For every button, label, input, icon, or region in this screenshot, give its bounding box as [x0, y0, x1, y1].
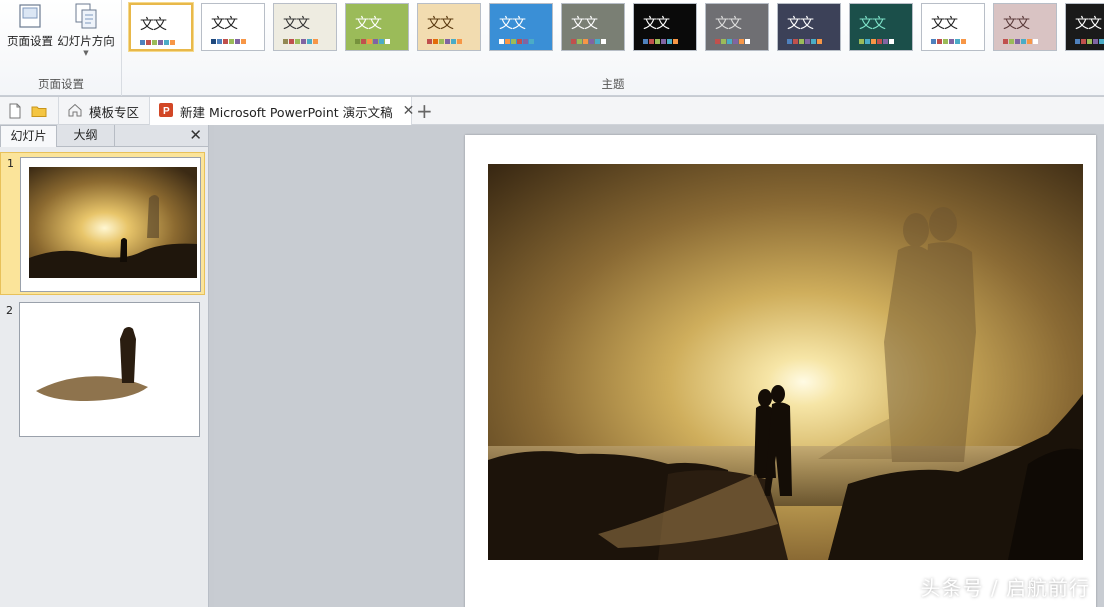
tab-outline[interactable]: 大纲: [57, 125, 115, 147]
theme-sample-text: 文文: [140, 17, 167, 33]
theme-thumbnail-11[interactable]: 文文: [849, 3, 913, 51]
theme-thumbnail-4[interactable]: 文文: [345, 3, 409, 51]
slide-editing-area: [214, 125, 1104, 607]
theme-thumbnail-10[interactable]: 文文: [777, 3, 841, 51]
theme-sample-text: 文文: [787, 16, 814, 32]
theme-thumbnail-2[interactable]: 文文: [201, 3, 265, 51]
theme-thumbnail-12[interactable]: 文文: [921, 3, 985, 51]
open-folder-icon[interactable]: [30, 102, 48, 120]
slide-orientation-icon: [72, 2, 100, 30]
theme-color-swatches: [283, 39, 318, 44]
theme-sample-text: 文文: [571, 16, 598, 32]
theme-thumbnail-6[interactable]: 文文: [489, 3, 553, 51]
tab-slides[interactable]: 幻灯片: [0, 125, 57, 147]
tab-template-zone[interactable]: 模板专区: [58, 97, 150, 125]
panel-tabs: 幻灯片 大纲 ✕: [0, 125, 208, 147]
current-slide[interactable]: [465, 135, 1096, 607]
ribbon: 页面设置 幻灯片方向 ▼ 页面设置 文文 文文 文文 文文 文文 文文 文文 文文 文文 文文 文文…: [0, 0, 1104, 96]
theme-thumbnail-13[interactable]: 文文: [993, 3, 1057, 51]
theme-sample-text: 文文: [427, 16, 454, 32]
watermark: 头条号 / 启航前行: [920, 576, 1090, 600]
tab-document[interactable]: P 新建 Microsoft PowerPoint 演示文稿 ✕: [150, 97, 415, 125]
theme-color-swatches: [140, 40, 175, 45]
slide-1-preview: [20, 157, 201, 292]
svg-text:P: P: [163, 106, 170, 117]
theme-color-swatches: [571, 39, 606, 44]
theme-sample-text: 文文: [283, 16, 310, 32]
slide-2-preview: [19, 302, 200, 437]
theme-thumbnail-14[interactable]: 文文: [1065, 3, 1104, 51]
theme-color-swatches: [787, 39, 822, 44]
page-setup-button[interactable]: 页面设置: [0, 0, 60, 72]
theme-color-swatches: [211, 39, 246, 44]
close-tab-icon[interactable]: ✕: [403, 103, 415, 119]
dropdown-arrow-icon[interactable]: ▼: [56, 49, 116, 57]
theme-color-swatches: [355, 39, 390, 44]
powerpoint-icon: P: [158, 102, 174, 121]
new-file-icon[interactable]: [6, 102, 24, 120]
add-tab-icon[interactable]: +: [416, 99, 433, 123]
theme-thumbnail-9[interactable]: 文文: [705, 3, 769, 51]
theme-color-swatches: [715, 39, 750, 44]
slide-thumbnail-2[interactable]: 2: [0, 300, 205, 443]
close-panel-icon[interactable]: ✕: [189, 126, 202, 144]
theme-color-swatches: [1075, 39, 1104, 44]
theme-gallery: 文文 文文 文文 文文 文文 文文 文文 文文 文文 文文 文文 文文 文文 文文: [129, 3, 1104, 51]
theme-color-swatches: [643, 39, 678, 44]
slide-image[interactable]: [488, 164, 1083, 560]
home-icon: [67, 102, 83, 121]
themes-group: 文文 文文 文文 文文 文文 文文 文文 文文 文文 文文 文文 文文 文文 文文 主题: [122, 0, 1104, 96]
slide-panel: 幻灯片 大纲 ✕ 1 2: [0, 125, 209, 607]
themes-group-label: 主题: [601, 77, 625, 91]
theme-thumbnail-8[interactable]: 文文: [633, 3, 697, 51]
theme-sample-text: 文文: [715, 16, 742, 32]
theme-color-swatches: [859, 39, 894, 44]
theme-color-swatches: [931, 39, 966, 44]
theme-sample-text: 文文: [643, 16, 670, 32]
theme-sample-text: 文文: [931, 16, 958, 32]
theme-sample-text: 文文: [1075, 16, 1102, 32]
page-setup-group: 页面设置 幻灯片方向 ▼ 页面设置: [0, 0, 122, 96]
theme-sample-text: 文文: [355, 16, 382, 32]
theme-thumbnail-5[interactable]: 文文: [417, 3, 481, 51]
theme-thumbnail-7[interactable]: 文文: [561, 3, 625, 51]
theme-sample-text: 文文: [1003, 16, 1030, 32]
theme-thumbnail-1[interactable]: 文文: [129, 3, 193, 51]
theme-color-swatches: [499, 39, 534, 44]
theme-sample-text: 文文: [211, 16, 238, 32]
page-setup-icon: [16, 2, 44, 30]
theme-color-swatches: [1003, 39, 1038, 44]
theme-sample-text: 文文: [499, 16, 526, 32]
theme-color-swatches: [427, 39, 462, 44]
slide-thumbnail-1[interactable]: 1: [0, 152, 205, 295]
theme-thumbnail-3[interactable]: 文文: [273, 3, 337, 51]
theme-sample-text: 文文: [859, 16, 886, 32]
slide-orientation-button[interactable]: 幻灯片方向 ▼: [56, 0, 116, 72]
slide-number: 2: [6, 304, 13, 317]
slide-number: 1: [7, 157, 14, 170]
page-setup-group-label: 页面设置: [38, 77, 84, 91]
document-tab-bar: 模板专区 P 新建 Microsoft PowerPoint 演示文稿 ✕ +: [0, 97, 1104, 125]
